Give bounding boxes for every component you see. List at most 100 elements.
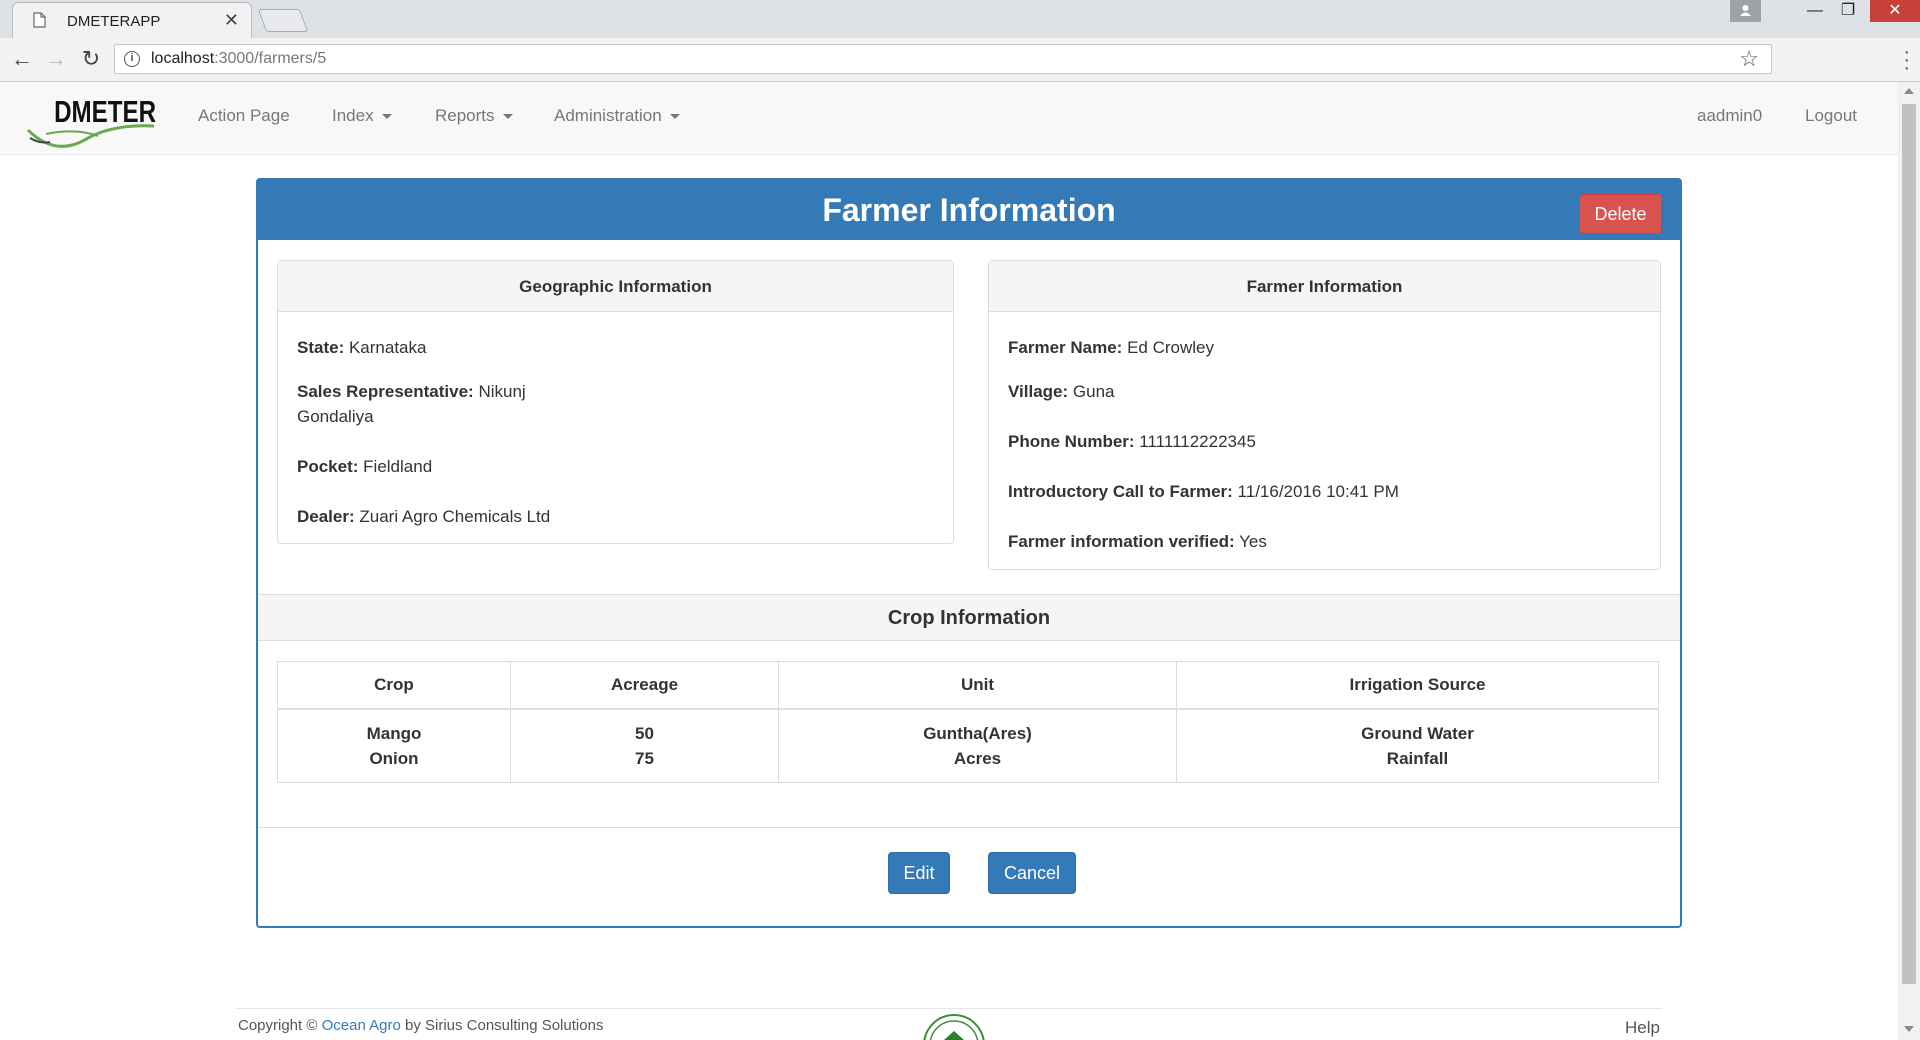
nav-reports-label: Reports	[435, 106, 495, 125]
url-host: localhost	[151, 50, 215, 67]
farmer-info-heading: Farmer Information	[989, 261, 1660, 312]
svg-text:DMETER: DMETER	[54, 94, 156, 129]
phone-label: Phone Number:	[1008, 432, 1135, 451]
copyright: Copyright © Ocean Agro by Sirius Consult…	[238, 1017, 603, 1034]
page-icon	[33, 12, 46, 28]
acreage-value: 50	[635, 724, 654, 743]
farmer-name-field: Farmer Name: Ed Crowley	[1008, 335, 1214, 360]
delete-button[interactable]: Delete	[1579, 194, 1662, 234]
unit-value: Acres	[953, 749, 1002, 768]
dmeter-logo[interactable]: DMETER	[26, 88, 156, 150]
phone-field: Phone Number: 1111112222345	[1008, 429, 1256, 454]
edit-button[interactable]: Edit	[888, 852, 950, 894]
dealer-field: Dealer: Zuari Agro Chemicals Ltd	[297, 504, 550, 529]
browser-tab[interactable]: DMETERAPP ✕	[12, 2, 252, 38]
village-label: Village:	[1008, 382, 1069, 401]
forward-icon[interactable]: →	[44, 48, 68, 72]
info-icon[interactable]: i	[124, 51, 140, 67]
sales-rep-label: Sales Representative:	[297, 382, 474, 401]
crop-name: Mango	[366, 724, 422, 743]
state-label: State:	[297, 338, 345, 357]
page-title: Farmer Information	[822, 192, 1116, 228]
caret-down-icon	[669, 114, 680, 120]
browser-tab-strip: DMETERAPP ✕ — ❐ ✕	[0, 0, 1920, 38]
restore-icon[interactable]: ❐	[1830, 0, 1866, 22]
verified-value: Yes	[1239, 532, 1267, 551]
verified-field: Farmer information verified: Yes	[1008, 529, 1267, 554]
column-header-unit: Unit	[778, 661, 1177, 710]
nav-index-dropdown[interactable]: Index	[332, 106, 392, 126]
verified-label: Farmer information verified:	[1008, 532, 1235, 551]
nav-index-label: Index	[332, 106, 374, 125]
intro-call-label: Introductory Call to Farmer:	[1008, 482, 1233, 501]
browser-menu-icon[interactable]: · · ·	[1903, 42, 1910, 78]
geographic-info-panel: Geographic Information State: Karnataka …	[277, 260, 954, 544]
irrigation-value: Ground Water	[1361, 724, 1474, 743]
scroll-down-icon[interactable]	[1904, 1026, 1914, 1032]
bookmark-star-icon[interactable]: ☆	[1739, 46, 1759, 72]
sales-rep-value-line1: Nikunj	[478, 382, 526, 401]
sales-rep-field: Sales Representative: Nikunj Gondaliya	[297, 379, 526, 429]
pocket-value: Fieldland	[363, 457, 433, 476]
pocket-field: Pocket: Fieldland	[297, 454, 432, 479]
irrigation-value: Rainfall	[1386, 749, 1449, 768]
pocket-label: Pocket:	[297, 457, 359, 476]
unit-cell: Guntha(Ares) Acres	[778, 708, 1177, 783]
farmer-panel: Farmer Information Delete Geographic Inf…	[256, 178, 1682, 928]
panel-heading: Farmer Information Delete	[258, 180, 1680, 240]
tab-title: DMETERAPP	[67, 13, 161, 30]
nav-logout[interactable]: Logout	[1805, 106, 1857, 126]
farmer-name-value: Ed Crowley	[1127, 338, 1214, 357]
caret-down-icon	[502, 114, 513, 120]
app-navbar: DMETER Action Page Index Reports Adminis…	[0, 82, 1898, 155]
crop-name: Onion	[369, 749, 419, 768]
window-close-icon[interactable]: ✕	[1870, 0, 1920, 22]
nav-administration-dropdown[interactable]: Administration	[554, 106, 680, 126]
cancel-button[interactable]: Cancel	[988, 852, 1076, 894]
farmer-info-panel: Farmer Information Farmer Name: Ed Crowl…	[988, 260, 1661, 570]
column-header-irrigation-source: Irrigation Source	[1176, 661, 1659, 710]
copyright-suffix: by Sirius Consulting Solutions	[404, 1017, 604, 1034]
nav-user[interactable]: aadmin0	[1697, 106, 1762, 126]
dealer-label: Dealer:	[297, 507, 355, 526]
scroll-up-icon[interactable]	[1904, 88, 1914, 94]
nav-action-page[interactable]: Action Page	[198, 106, 290, 126]
page-scrollbar[interactable]	[1898, 82, 1920, 1040]
irrigation-cell: Ground Water Rainfall	[1176, 708, 1659, 783]
table-row: Mango Onion 50 75 Guntha(Ares) Acres Ground…	[277, 708, 1659, 783]
intro-call-value: 11/16/2016 10:41 PM	[1237, 482, 1399, 501]
nav-administration-label: Administration	[554, 106, 662, 125]
village-field: Village: Guna	[1008, 379, 1114, 404]
crop-table-header-row: Crop Acreage Unit Irrigation Source	[277, 661, 1659, 710]
intro-call-field: Introductory Call to Farmer: 11/16/2016 …	[1008, 479, 1399, 504]
crop-info-section: Crop Information Crop Acreage Unit Irrig…	[258, 594, 1680, 828]
state-value: Karnataka	[348, 338, 427, 357]
caret-down-icon	[381, 114, 392, 120]
reload-icon[interactable]: ↻	[79, 48, 103, 72]
address-bar-row: ← → ↻ i localhost:3000/farmers/5 ☆ · · ·	[0, 38, 1920, 82]
footer-divider	[236, 1008, 1662, 1009]
tab-close-icon[interactable]: ✕	[224, 10, 239, 31]
scroll-thumb[interactable]	[1902, 104, 1916, 984]
url-path: :3000/farmers/5	[214, 50, 327, 67]
ocean-agro-logo	[923, 1014, 985, 1040]
minimize-icon[interactable]: —	[1797, 0, 1833, 22]
crop-info-heading: Crop Information	[258, 595, 1680, 641]
back-icon[interactable]: ←	[10, 48, 34, 72]
village-value: Guna	[1072, 382, 1115, 401]
url-field[interactable]: i localhost:3000/farmers/5 ☆	[114, 44, 1772, 74]
crop-table: Crop Acreage Unit Irrigation Source Mang…	[277, 661, 1659, 783]
user-icon	[1740, 5, 1751, 16]
state-field: State: Karnataka	[297, 335, 426, 360]
profile-button[interactable]	[1730, 0, 1761, 22]
phone-value: 1111112222345	[1139, 432, 1256, 451]
column-header-acreage: Acreage	[510, 661, 779, 710]
dealer-value: Zuari Agro Chemicals Ltd	[359, 507, 551, 526]
new-tab-button[interactable]	[257, 9, 309, 32]
copyright-prefix: Copyright ©	[238, 1017, 318, 1034]
acreage-cell: 50 75	[510, 708, 779, 783]
nav-reports-dropdown[interactable]: Reports	[435, 106, 513, 126]
geographic-info-heading: Geographic Information	[278, 261, 953, 312]
company-link[interactable]: Ocean Agro	[322, 1017, 401, 1034]
help-link[interactable]: Help	[1625, 1018, 1660, 1038]
